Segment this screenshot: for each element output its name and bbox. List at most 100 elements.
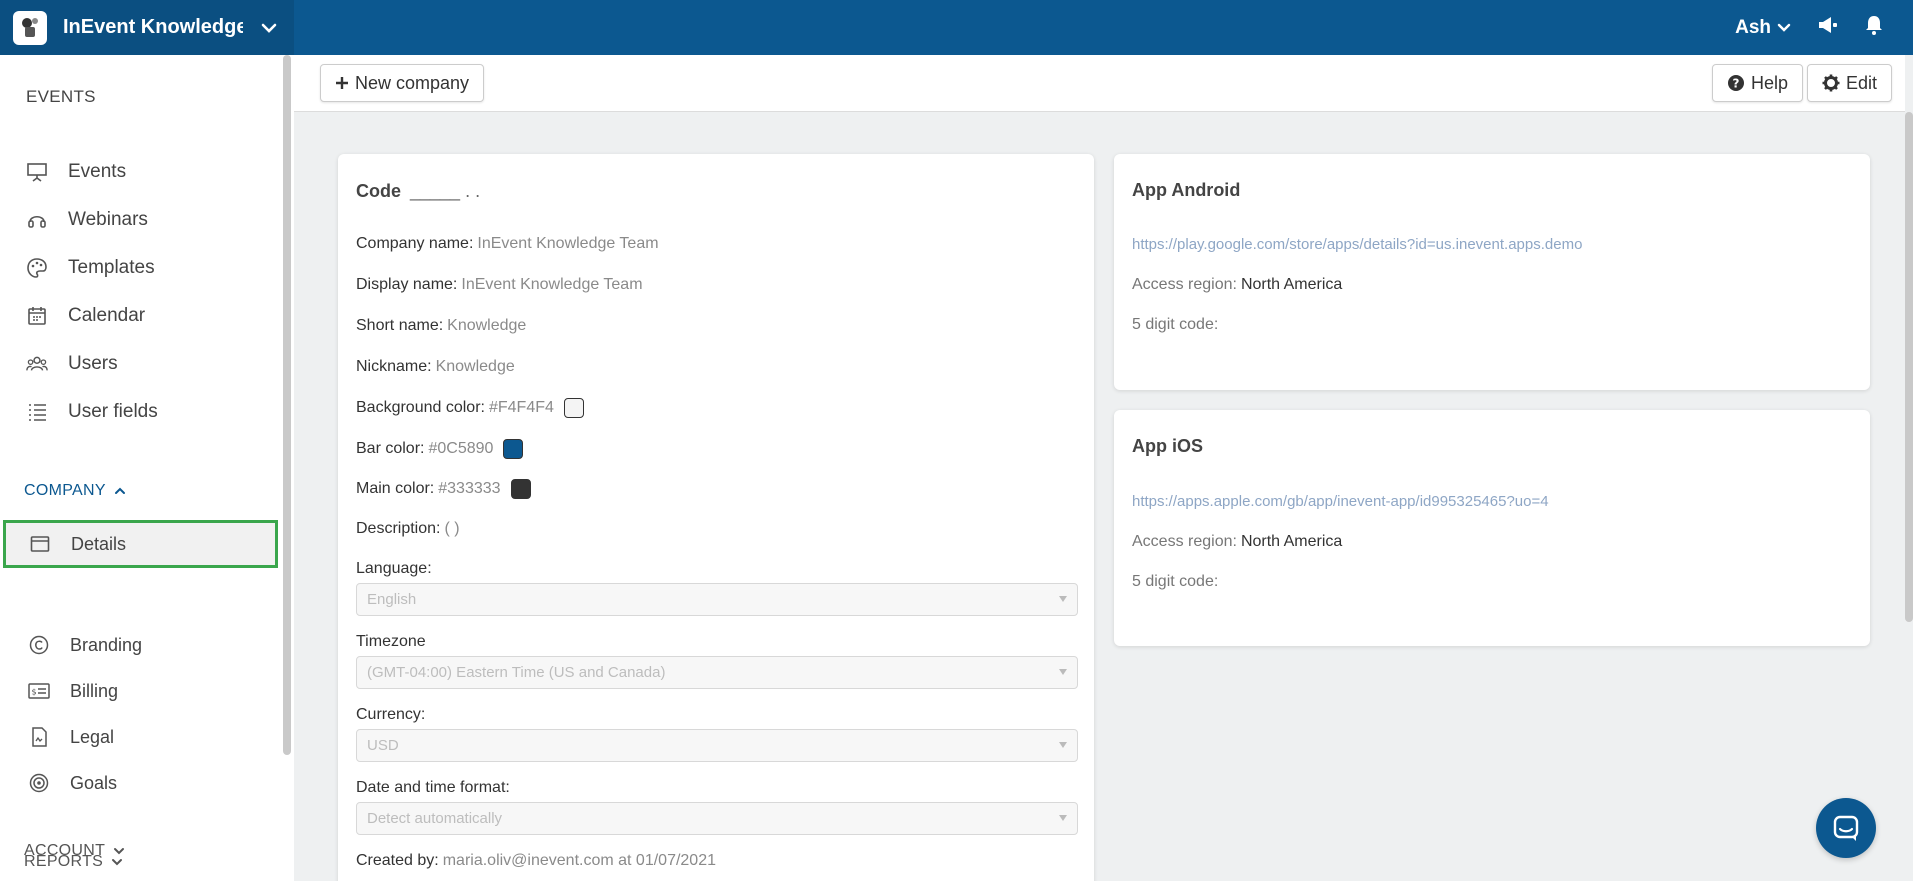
sidebar-item-label: Branding (70, 634, 143, 655)
chevron-down-icon[interactable] (261, 23, 277, 33)
chat-support-button[interactable] (1816, 798, 1876, 858)
megaphone-icon[interactable] (1817, 15, 1839, 40)
bell-icon[interactable] (1865, 15, 1883, 40)
android-code-field: 5 digit code: (1132, 316, 1219, 333)
field-value: InEvent Knowledge Team (461, 276, 643, 293)
user-menu[interactable]: Ash (1735, 17, 1791, 39)
currency-select[interactable]: USD (356, 729, 1078, 762)
timezone-select[interactable]: (GMT-04:00) Eastern Time (US and Canada) (356, 656, 1078, 689)
edit-button[interactable]: Edit (1807, 64, 1893, 102)
created-by-field: Created by: maria.oliv@inevent.com at 01… (356, 852, 716, 870)
company-logo (13, 10, 47, 45)
field-label: Description: (356, 520, 441, 537)
sidebar-item-label: Legal (70, 726, 115, 747)
ios-url-field: https://apps.apple.com/gb/app/inevent-ap… (1132, 493, 1549, 510)
field-value: InEvent Knowledge Team (477, 235, 659, 252)
currency-value: USD (367, 737, 399, 754)
app-ios-card: App iOS https://apps.apple.com/gb/app/in… (1114, 410, 1870, 646)
main-scrollbar[interactable] (1905, 112, 1913, 622)
section-title-events: EVENTS (26, 87, 96, 106)
app-android-card: App Android https://play.google.com/stor… (1114, 154, 1870, 390)
field-label: Nickname: (356, 358, 432, 375)
sidebar-item-label: Events (68, 161, 127, 182)
field-value: Knowledge (435, 358, 515, 375)
help-button[interactable]: ? Help (1712, 64, 1804, 102)
calendar-icon (26, 305, 48, 327)
caret-down-icon (1059, 815, 1067, 821)
sidebar-item-events[interactable]: Events (26, 152, 126, 192)
datetime-format-select[interactable]: Detect automatically (356, 802, 1078, 835)
code-value: _____ . . (410, 181, 481, 201)
sidebar-item-details[interactable]: Details (3, 520, 278, 568)
chat-icon (1833, 815, 1859, 841)
bar-color-swatch (503, 439, 524, 459)
list-icon (26, 401, 48, 423)
field-label: Access region: (1132, 533, 1237, 550)
presentation-icon (26, 161, 48, 183)
bar-color-field: Bar color: #0C5890 (356, 439, 524, 459)
sidebar-item-legal[interactable]: Legal (28, 717, 114, 757)
sidebar-item-label: Details (71, 533, 127, 554)
sidebar: EVENTS Events Webinars Templates Calenda… (0, 55, 294, 881)
copyright-icon (28, 634, 50, 656)
sidebar-item-user-fields[interactable]: User fields (26, 392, 158, 432)
gear-icon (1822, 74, 1840, 92)
datetime-format-value: Detect automatically (367, 810, 503, 827)
field-value: North America (1240, 533, 1343, 550)
field-value: Knowledge (447, 317, 527, 334)
android-store-link[interactable]: https://play.google.com/store/apps/detai… (1132, 236, 1582, 253)
android-region-field: Access region: North America (1132, 276, 1342, 294)
chevron-up-icon (114, 487, 125, 494)
field-label: Created by: (356, 852, 439, 869)
headset-icon (26, 209, 48, 231)
section-toggle-company[interactable]: COMPANY (24, 482, 126, 500)
timezone-value: (GMT-04:00) Eastern Time (US and Canada) (367, 664, 666, 681)
sidebar-item-label: Goals (70, 772, 118, 793)
language-label: Language: (356, 560, 432, 577)
background-color-field: Background color: #F4F4F4 (356, 398, 584, 418)
sidebar-item-calendar[interactable]: Calendar (26, 296, 145, 336)
sidebar-item-label: Calendar (68, 305, 146, 326)
sidebar-item-label: Billing (70, 680, 119, 701)
sidebar-item-webinars[interactable]: Webinars (26, 200, 148, 240)
company-switcher[interactable]: InEvent Knowledge ... (0, 0, 294, 55)
ios-region-field: Access region: North America (1132, 533, 1342, 551)
section-title-reports: REPORTS (24, 853, 104, 870)
caret-down-icon (1059, 669, 1067, 675)
billing-icon: $ (28, 680, 50, 702)
target-icon (28, 772, 50, 794)
field-value: ( ) (444, 520, 460, 537)
field-value: #0C5890 (428, 440, 494, 457)
window-icon (29, 533, 51, 555)
background-color-swatch (563, 398, 584, 418)
top-bar: InEvent Knowledge ... Ash (0, 0, 1913, 55)
sidebar-item-billing[interactable]: $ Billing (28, 671, 118, 711)
new-company-button[interactable]: New company (320, 64, 485, 102)
ios-store-link[interactable]: https://apps.apple.com/gb/app/inevent-ap… (1132, 493, 1549, 510)
field-label: Access region: (1132, 276, 1237, 293)
sidebar-scrollbar[interactable] (283, 55, 291, 755)
sidebar-item-branding[interactable]: Branding (28, 625, 142, 665)
sidebar-item-templates[interactable]: Templates (26, 248, 155, 288)
ios-code-field: 5 digit code: (1132, 573, 1219, 590)
question-circle-icon: ? (1728, 75, 1744, 91)
timezone-label: Timezone (356, 633, 426, 650)
section-toggle-reports[interactable]: REPORTS (24, 853, 123, 871)
sidebar-item-goals[interactable]: Goals (28, 763, 117, 803)
svg-text:?: ? (1733, 77, 1740, 91)
field-label: Main color: (356, 480, 435, 497)
language-select[interactable]: English (356, 583, 1078, 616)
help-label: Help (1751, 72, 1789, 93)
plus-icon (336, 77, 348, 89)
field-value: maria.oliv@inevent.com at 01/07/2021 (442, 852, 716, 869)
user-name: Ash (1735, 16, 1771, 38)
currency-label: Currency: (356, 706, 426, 723)
field-value: #F4F4F4 (488, 399, 554, 416)
field-label: Background color: (356, 399, 485, 416)
display-name-field: Display name: InEvent Knowledge Team (356, 276, 643, 294)
language-value: English (367, 591, 417, 608)
description-field: Description: ( ) (356, 520, 460, 538)
field-label: Short name: (356, 317, 444, 334)
short-name-field: Short name: Knowledge (356, 317, 526, 335)
sidebar-item-users[interactable]: Users (26, 344, 118, 384)
